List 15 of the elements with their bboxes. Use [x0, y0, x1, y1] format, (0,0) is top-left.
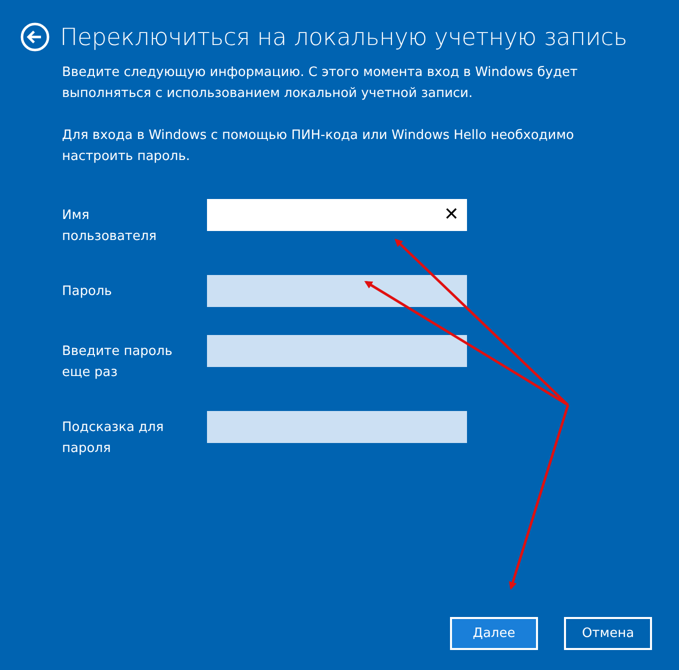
field-label: Имя пользователя [62, 207, 158, 246]
page-title: Переключиться на локальную учетную запись [60, 22, 628, 52]
clear-button[interactable]: ✕ [444, 206, 459, 224]
next-button[interactable]: Далее [450, 617, 538, 650]
info-text: Для входа в Windows с помощью ПИН-кода или Windows Hello необходимо настроить пароль. [62, 127, 576, 166]
info-text: Введите следующую информацию. С этого момента вход в Windows будет выполняться с использованием локальной учетной записи. [62, 64, 579, 103]
back-button[interactable] [20, 22, 50, 52]
input-field[interactable]: ✕ [207, 199, 467, 231]
input-field[interactable] [207, 411, 467, 443]
field-label: Введите пароль еще раз [62, 343, 174, 382]
input-field[interactable] [207, 275, 467, 307]
input-field[interactable] [207, 335, 467, 367]
field-label: Пароль [62, 283, 113, 301]
field-label: Подсказка для пароля [62, 419, 165, 458]
cancel-button[interactable]: Отмена [564, 617, 652, 650]
